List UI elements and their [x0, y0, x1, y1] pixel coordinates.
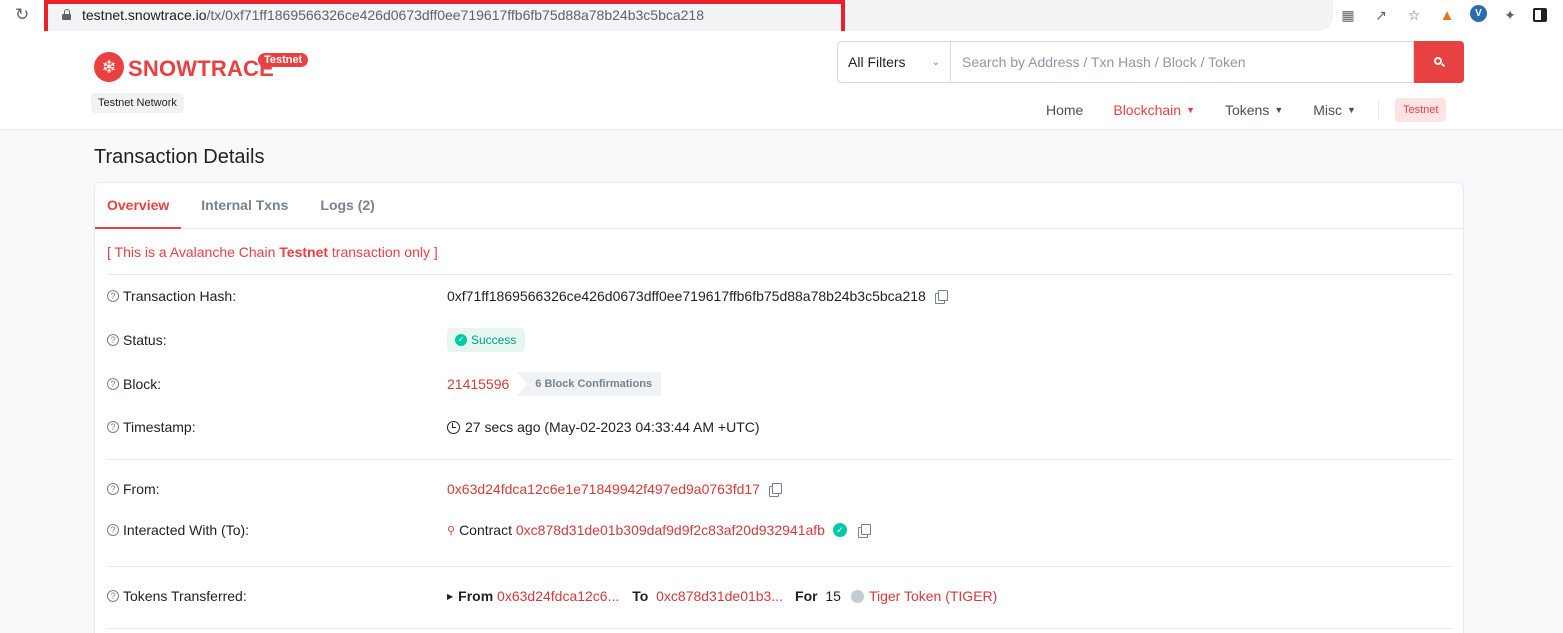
nav-testnet-button[interactable]: Testnet: [1394, 98, 1447, 122]
status-label: Status:: [123, 332, 167, 348]
help-icon[interactable]: ?: [107, 421, 119, 433]
search-input[interactable]: [951, 41, 1414, 83]
transaction-card: Overview Internal Txns Logs (2) [ This i…: [94, 182, 1464, 633]
timestamp-value: 27 secs ago (May-02-2023 04:33:44 AM +UT…: [465, 419, 760, 435]
chevron-down-icon: ▼: [1347, 105, 1356, 115]
nav-divider: [1377, 100, 1379, 120]
to-label: Interacted With (To):: [123, 522, 250, 538]
logo-text[interactable]: SNOWTRACE: [128, 56, 274, 82]
logo-testnet-badge: Testnet: [258, 53, 309, 67]
side-panel-icon[interactable]: [1533, 8, 1547, 22]
metamask-fox-icon[interactable]: ▲: [1437, 5, 1457, 25]
token-logo-icon: [850, 589, 864, 603]
nav-blockchain-label: Blockchain: [1113, 102, 1182, 118]
divider: [107, 566, 1452, 567]
tokens-label: Tokens Transferred:: [123, 588, 247, 604]
tab-internal-txns[interactable]: Internal Txns: [189, 183, 300, 229]
row-interacted-with: ? Interacted With (To): ⚲ Contract 0xc878d…: [107, 522, 1452, 538]
notice-prefix: [ This is a Avalanche Chain: [107, 244, 280, 260]
chevron-down-icon: ▼: [1274, 105, 1284, 115]
divider: [107, 274, 1452, 275]
help-icon[interactable]: ?: [107, 524, 119, 536]
help-icon[interactable]: ?: [107, 483, 119, 495]
divider: [107, 459, 1452, 460]
tab-bar: Overview Internal Txns Logs (2): [95, 183, 1463, 229]
page-title: Transaction Details: [94, 146, 265, 168]
chevron-down-icon: ▼: [1186, 105, 1195, 115]
tt-to-link[interactable]: 0xc878d31de01b3...: [656, 588, 783, 604]
tab-overview[interactable]: Overview: [95, 183, 182, 229]
tt-to-word: To: [632, 588, 649, 604]
row-timestamp: ? Timestamp: 27 secs ago (May-02-2023 04:…: [107, 419, 1452, 435]
confirmations-badge: 6 Block Confirmations: [517, 372, 662, 396]
clock-icon: [447, 420, 460, 434]
row-tokens-transferred: ? Tokens Transferred: ▶ From 0x63d24fdca1…: [107, 588, 1452, 604]
tt-token-link[interactable]: Tiger Token (TIGER): [869, 588, 997, 604]
help-icon[interactable]: ?: [107, 334, 119, 346]
vpn-v-icon[interactable]: V: [1470, 5, 1487, 22]
help-icon[interactable]: ?: [107, 290, 119, 302]
snowtrace-logo-icon[interactable]: ❄: [94, 52, 124, 82]
share-icon[interactable]: ↗: [1371, 5, 1391, 25]
search-button[interactable]: [1414, 41, 1464, 83]
translate-icon[interactable]: ▦: [1338, 5, 1358, 25]
search-bar: All Filters ⌄: [837, 41, 1464, 83]
copy-icon[interactable]: [934, 289, 948, 304]
caret-right-icon: ▶: [447, 591, 454, 601]
tt-amount: 15: [825, 588, 841, 604]
nav-misc[interactable]: Misc ▼: [1313, 102, 1356, 118]
block-label: Block:: [123, 376, 162, 392]
contract-address-link[interactable]: 0xc878d31de01b309daf9d9f2c83af20d932941a…: [516, 522, 825, 538]
chevron-down-icon: ⌄: [931, 56, 940, 68]
from-label: From:: [123, 481, 160, 497]
copy-icon[interactable]: [768, 482, 782, 497]
nav-tokens[interactable]: Tokens ▼: [1225, 102, 1283, 118]
notice-bold: Testnet: [279, 244, 329, 260]
status-value: Success: [471, 333, 517, 347]
contract-prefix: Contract: [459, 522, 512, 538]
tab-logs[interactable]: Logs (2): [308, 183, 386, 229]
testnet-notice: [ This is a Avalanche Chain Testnet tran…: [107, 244, 438, 260]
from-address-link[interactable]: 0x63d24fdca12c6e1e71849942f497ed9a0763fd…: [447, 481, 760, 497]
help-icon[interactable]: ?: [107, 378, 119, 390]
block-link[interactable]: 21415596: [447, 376, 509, 392]
row-tx-hash: ? Transaction Hash: 0xf71ff1869566326ce42…: [107, 288, 1452, 304]
row-status: ? Status: ✓ Success: [107, 328, 1452, 352]
check-circle-icon: ✓: [455, 334, 467, 346]
network-badge: Testnet Network: [91, 93, 184, 113]
search-icon: [1433, 56, 1445, 68]
tx-hash-label: Transaction Hash:: [123, 288, 237, 304]
status-badge: ✓ Success: [447, 328, 526, 352]
row-block: ? Block: 21415596 6 Block Confirmations: [107, 372, 1452, 396]
contract-search-icon: ⚲: [447, 524, 456, 537]
main-nav: Home Blockchain ▼ Tokens ▼ Misc ▼ Testnet: [1046, 98, 1447, 122]
nav-home[interactable]: Home: [1046, 102, 1083, 118]
filter-selected: All Filters: [848, 54, 906, 70]
nav-blockchain[interactable]: Blockchain ▼: [1113, 102, 1195, 118]
timestamp-label: Timestamp:: [123, 419, 196, 435]
nav-tokens-label: Tokens: [1224, 102, 1270, 118]
nav-home-label: Home: [1046, 102, 1084, 118]
extension-icons: ▦ ↗ ☆ ▲ V ✦: [1338, 5, 1547, 25]
puzzle-icon[interactable]: ✦: [1500, 5, 1520, 25]
help-icon[interactable]: ?: [107, 590, 119, 602]
reload-icon[interactable]: ↻: [15, 5, 35, 25]
divider: [107, 628, 1452, 629]
tt-from-link[interactable]: 0x63d24fdca12c6...: [497, 588, 619, 604]
row-from: ? From: 0x63d24fdca12c6e1e71849942f497ed9…: [107, 481, 1452, 497]
copy-icon[interactable]: [857, 523, 871, 538]
verified-check-icon: ✓: [832, 523, 847, 537]
nav-misc-label: Misc: [1313, 102, 1343, 118]
star-icon[interactable]: ☆: [1404, 5, 1424, 25]
tx-hash-value: 0xf71ff1869566326ce426d0673dff0ee719617f…: [447, 288, 926, 304]
tt-for-word: For: [795, 588, 818, 604]
notice-suffix: transaction only ]: [328, 244, 438, 260]
filter-dropdown[interactable]: All Filters ⌄: [837, 41, 951, 83]
tt-from-word: From: [458, 588, 494, 604]
